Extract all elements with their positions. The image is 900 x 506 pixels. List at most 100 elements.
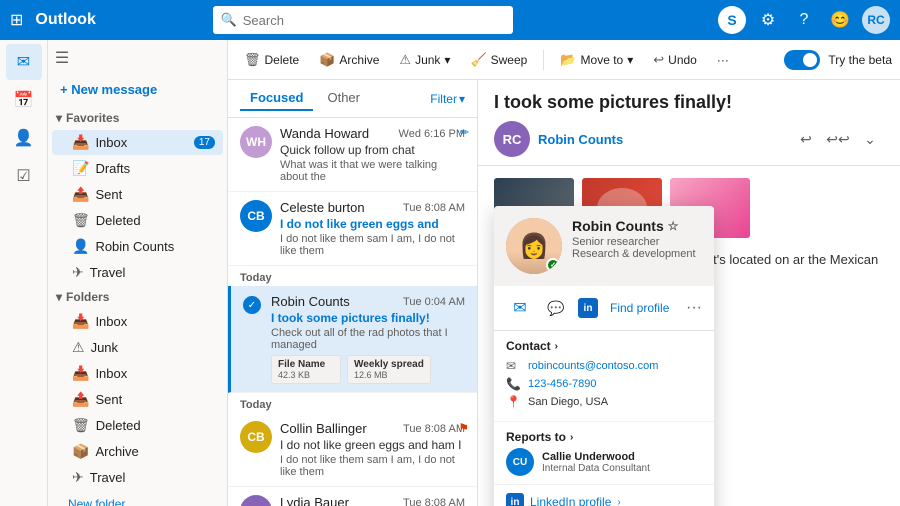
inbox-badge: 17 (194, 136, 215, 149)
filter-button[interactable]: Filter ▾ (430, 92, 465, 106)
help-icon[interactable]: ? (790, 6, 818, 34)
robin-preview: Check out all of the rad photos that I m… (271, 327, 465, 351)
contact-card: 👩 Robin Counts ☆ Senior researcher Resea… (494, 206, 714, 506)
sweep-button[interactable]: 🧹 Sweep (462, 48, 535, 72)
contact-more-button[interactable]: ··· (686, 299, 702, 317)
hamburger-button[interactable]: ☰ (48, 44, 76, 72)
travel-icon: ✈ (72, 264, 84, 281)
linkedin-profile-row[interactable]: in LinkedIn profile › (494, 485, 714, 506)
attachment-file[interactable]: File Name 42.3 KB (271, 355, 341, 384)
content-area: 🗑 Delete 📦 Archive ⚠ Junk ▾ 🧹 Sweep 📂 Mo… (228, 40, 900, 506)
sidebar-item-drafts[interactable]: 📝 Drafts (52, 156, 223, 181)
contact-location-row: 📍 San Diego, USA (506, 395, 702, 409)
more-button[interactable]: ··· (709, 49, 737, 71)
contact-email-row: ✉ robincounts@contoso.com (506, 359, 702, 373)
settings-icon[interactable]: ⚙ (754, 6, 782, 34)
email-item-wanda[interactable]: WH Wanda Howard Wed 6:16 PM Quick follow… (228, 118, 477, 192)
robin-sender-name: Robin Counts (271, 294, 350, 309)
new-message-button[interactable]: + New message (52, 76, 165, 103)
search-icon: 🔍 (221, 12, 237, 28)
email-item-celeste1[interactable]: CB Celeste burton Tue 8:08 AM I do not l… (228, 192, 477, 266)
sidebar-tasks-icon[interactable]: ☑ (6, 158, 42, 194)
attachment-row: File Name 42.3 KB Weekly spread 12.6 MB (271, 355, 465, 384)
other-tab[interactable]: Other (317, 86, 370, 111)
celeste1-avatar: CB (240, 200, 272, 232)
contact-email-value[interactable]: robincounts@contoso.com (528, 360, 658, 372)
more-actions-btn[interactable]: ⌄ (856, 125, 884, 153)
sidebar-item-deleted[interactable]: 🗑 Deleted (52, 208, 223, 233)
robin-date: Tue 0:04 AM (403, 296, 465, 308)
contact-email-icon[interactable]: ✉ (506, 294, 534, 322)
sidebar-item-travel[interactable]: ✈ Travel (52, 260, 223, 285)
undo-icon: ↩ (653, 52, 664, 68)
find-profile-button[interactable]: Find profile (606, 299, 673, 317)
check-circle-robin: ✓ (243, 296, 261, 314)
move-to-button[interactable]: 📂 Move to ▾ (552, 48, 641, 72)
folder-inbox2[interactable]: 📥 Inbox (52, 361, 223, 386)
folder-sent[interactable]: 📤 Sent (52, 387, 223, 412)
beta-toggle[interactable] (784, 50, 820, 70)
waffle-icon[interactable]: ⊞ (10, 10, 23, 30)
sidebar-item-sent[interactable]: 📤 Sent (52, 182, 223, 207)
skype-button[interactable]: S (718, 6, 746, 34)
archive-button[interactable]: 📦 Archive (311, 48, 387, 72)
phone-row-icon: 📞 (506, 377, 520, 391)
manager-title: Internal Data Consultant (542, 463, 650, 474)
collin-subject: I do not like green eggs and ham I (280, 438, 465, 452)
reading-header: I took some pictures finally! RC Robin C… (478, 80, 900, 166)
folder-inbox-icon: 📥 (72, 313, 89, 330)
move-icon: 📂 (560, 52, 576, 68)
collin-preview: I do not like them sam I am, I do not li… (280, 454, 465, 478)
star-icon[interactable]: ☆ (668, 219, 679, 233)
pencil-icon: ✏ (460, 126, 469, 139)
contact-chat-icon[interactable]: 💬 (542, 294, 570, 322)
email-item-robin[interactable]: ✓ Robin Counts Tue 0:04 AM I took some p… (228, 286, 477, 393)
email-item-collin[interactable]: CB Collin Ballinger Tue 8:08 AM I do not… (228, 413, 477, 487)
wanda-subject: Quick follow up from chat (280, 143, 465, 157)
folder-sent-icon: 📤 (72, 391, 89, 408)
email-list: WH Wanda Howard Wed 6:16 PM Quick follow… (228, 118, 477, 506)
folder-archive[interactable]: 📦 Archive (52, 439, 223, 464)
favorites-header[interactable]: ▾ Favorites (48, 107, 227, 129)
reports-title[interactable]: Reports to › (506, 430, 702, 444)
attachment-spread[interactable]: Weekly spread 12.6 MB (347, 355, 431, 384)
email-item-lydia[interactable]: LB Lydia Bauer Tue 8:08 AM > I do not li… (228, 487, 477, 506)
contact-phone-row: 📞 123-456-7890 (506, 377, 702, 391)
reading-pane: I took some pictures finally! RC Robin C… (478, 80, 900, 506)
undo-button[interactable]: ↩ Undo (645, 48, 705, 72)
folder-travel-icon: ✈ (72, 469, 84, 486)
contact-linkedin-icon[interactable]: in (578, 298, 598, 318)
search-input[interactable] (243, 13, 505, 28)
email-panels: Focused Other Filter ▾ WH (228, 80, 900, 506)
topbar: ⊞ Outlook 🔍 S ⚙ ? 😊 RC (0, 0, 900, 40)
manager-name: Callie Underwood (542, 451, 650, 463)
folder-inbox[interactable]: 📥 Inbox (52, 309, 223, 334)
contact-phone-value[interactable]: 123-456-7890 (528, 378, 597, 390)
emoji-icon[interactable]: 😊 (826, 6, 854, 34)
delete-button[interactable]: 🗑 Delete (236, 48, 307, 72)
reply-all-btn[interactable]: ↩↩ (824, 125, 852, 153)
contact-section-title[interactable]: Contact › (506, 339, 702, 353)
drafts-icon: 📝 (72, 160, 89, 177)
sidebar-item-inbox[interactable]: 📥 Inbox 17 (52, 130, 223, 155)
new-folder-link[interactable]: New folder (68, 497, 125, 506)
junk-button[interactable]: ⚠ Junk ▾ (391, 48, 458, 72)
folder-junk-icon: ⚠ (72, 339, 85, 356)
reply-button[interactable]: ↩ (792, 125, 820, 153)
folders-chevron: ▾ (56, 290, 62, 304)
sidebar-calendar-icon[interactable]: 📅 (6, 82, 42, 118)
sidebar-mail-icon[interactable]: ✉ (6, 44, 42, 80)
folder-travel[interactable]: ✈ Travel (52, 465, 223, 490)
sidebar-icons: ✉ 📅 👤 ☑ (0, 40, 48, 506)
deleted-icon: 🗑 (72, 212, 90, 229)
user-avatar[interactable]: RC (862, 6, 890, 34)
folder-deleted[interactable]: 🗑 Deleted (52, 413, 223, 438)
reading-sender-name[interactable]: Robin Counts (538, 132, 623, 147)
collin-sender-name: Collin Ballinger (280, 421, 367, 436)
sidebar-contacts-icon[interactable]: 👤 (6, 120, 42, 156)
folders-header[interactable]: ▾ Folders (48, 286, 227, 308)
today2-label: Today (228, 393, 477, 413)
focused-tab[interactable]: Focused (240, 86, 313, 111)
folder-junk[interactable]: ⚠ Junk (52, 335, 223, 360)
sidebar-item-robin[interactable]: 👤 Robin Counts (52, 234, 223, 259)
